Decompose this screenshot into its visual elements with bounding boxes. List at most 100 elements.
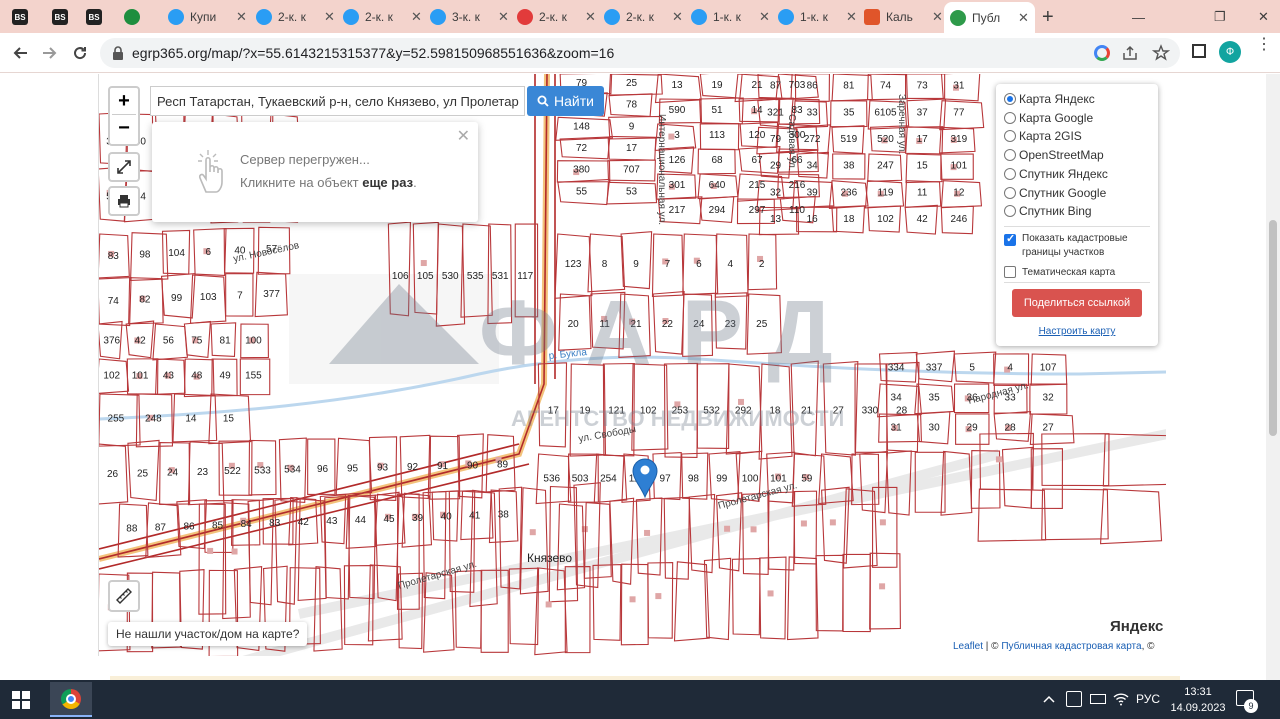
google-lens-icon[interactable] — [1094, 45, 1110, 61]
scrollbar-thumb[interactable] — [1269, 220, 1277, 436]
layer-radio[interactable] — [1004, 186, 1016, 199]
parcel-number: 101 — [950, 161, 967, 172]
url-text: egrp365.org/map/?x=55.6143215315377&y=52… — [132, 45, 615, 61]
leaflet-link[interactable]: Leaflet — [953, 641, 983, 652]
back-button[interactable] — [8, 41, 32, 65]
layer-option[interactable]: Спутник Яндекс — [1004, 167, 1108, 181]
not-found-link[interactable]: Не нашли участок/дом на карте? — [108, 622, 308, 646]
new-tab-button[interactable]: + — [1036, 4, 1060, 30]
system-clock[interactable]: 13:31 14.09.2023 — [1168, 684, 1228, 716]
parcel-number: 89 — [497, 460, 509, 471]
parcel-number: 535 — [467, 271, 484, 282]
windows-start-icon[interactable] — [12, 691, 30, 709]
print-button[interactable] — [108, 186, 140, 216]
tab-title: 2-к. к — [278, 10, 306, 24]
layer-radio[interactable] — [1004, 167, 1016, 180]
tab-close-icon[interactable]: ✕ — [846, 9, 857, 25]
tab-close-icon[interactable]: ✕ — [759, 9, 770, 25]
cadastral-toggle[interactable]: Показать кадастровые границы участков — [1004, 232, 1150, 260]
layer-option[interactable]: Карта Google — [1004, 111, 1093, 125]
wifi-icon[interactable] — [1113, 691, 1129, 707]
parcel-number: 337 — [926, 363, 943, 374]
browser-tab[interactable]: 3-к. к ✕ — [424, 4, 515, 30]
share-icon[interactable] — [1122, 45, 1138, 61]
parcel-number: 30 — [929, 423, 941, 434]
side-panel-icon[interactable] — [1192, 44, 1206, 58]
tab-close-icon[interactable]: ✕ — [1018, 10, 1029, 26]
tab-title: Публ — [972, 10, 1001, 25]
parcel-number: 87 — [155, 522, 167, 533]
parcel-number: 103 — [200, 292, 217, 303]
address-search-input[interactable]: Респ Татарстан, Тукаевский р-н, село Кня… — [150, 86, 525, 116]
battery-icon[interactable] — [1090, 694, 1106, 704]
address-bar[interactable]: egrp365.org/map/?x=55.6143215315377&y=52… — [100, 38, 1180, 68]
fullscreen-button[interactable] — [108, 152, 140, 182]
security-tray-icon[interactable] — [1066, 691, 1082, 707]
parcel-number: 155 — [245, 370, 262, 381]
layer-radio[interactable] — [1004, 130, 1016, 143]
tab-close-icon[interactable]: ✕ — [236, 9, 247, 25]
reload-icon — [74, 47, 87, 60]
layer-radio[interactable] — [1004, 149, 1016, 162]
browser-tab[interactable]: 1-к. к ✕ — [772, 4, 863, 30]
browser-tab[interactable]: 2-к. к ✕ — [250, 4, 341, 30]
browser-tab[interactable]: Каль ✕ — [858, 4, 949, 30]
layer-option[interactable]: Спутник Bing — [1004, 204, 1092, 218]
tab-close-icon[interactable]: ✕ — [672, 9, 683, 25]
tab-close-icon[interactable]: ✕ — [932, 9, 943, 25]
layer-radio[interactable] — [1004, 111, 1016, 124]
browser-tab[interactable] — [118, 4, 146, 30]
chevron-up-icon[interactable] — [1043, 694, 1055, 704]
browser-tab[interactable]: Публ ✕ — [944, 2, 1035, 33]
layer-option[interactable]: OpenStreetMap — [1004, 148, 1104, 162]
layer-radio[interactable] — [1004, 205, 1016, 218]
parcel-number: 84 — [241, 519, 253, 530]
parcel-number: 294 — [709, 205, 726, 216]
input-language[interactable]: РУС — [1136, 692, 1160, 706]
parcel-number: 247 — [877, 161, 894, 172]
close-window-button[interactable]: ✕ — [1252, 4, 1275, 30]
pkk-link[interactable]: Публичная кадастровая карта — [1001, 641, 1141, 652]
parcel-number: 25 — [137, 468, 149, 479]
share-link-button[interactable]: Поделиться ссылкой — [1012, 289, 1142, 317]
layer-option[interactable]: Спутник Google — [1004, 186, 1106, 200]
menu-icon[interactable]: ⋮ — [1256, 37, 1272, 53]
taskbar-chrome-button[interactable] — [50, 682, 92, 717]
zoom-out-button[interactable]: − — [110, 115, 138, 141]
browser-tab[interactable]: Купи ✕ — [162, 4, 253, 30]
tab-close-icon[interactable]: ✕ — [324, 9, 335, 25]
browser-tab[interactable]: BS — [6, 4, 34, 30]
tune-map-link[interactable]: Настроить карту — [996, 326, 1158, 337]
layer-option[interactable]: Карта Яндекс — [1004, 92, 1095, 106]
tab-close-icon[interactable]: ✕ — [585, 9, 596, 25]
reload-button[interactable] — [68, 41, 92, 65]
tab-close-icon[interactable]: ✕ — [411, 9, 422, 25]
parcel-number: 6 — [696, 259, 702, 270]
lock-icon — [113, 46, 123, 60]
popup-close-button[interactable]: ✕ — [457, 126, 470, 146]
browser-tab[interactable]: BS — [80, 4, 108, 30]
thematic-checkbox[interactable] — [1004, 266, 1016, 278]
browser-tab[interactable]: 1-к. к ✕ — [685, 4, 776, 30]
find-button[interactable]: Найти — [527, 86, 604, 116]
parcel-number: 2 — [759, 259, 765, 270]
layer-option[interactable]: Карта 2GIS — [1004, 129, 1082, 143]
tab-close-icon[interactable]: ✕ — [498, 9, 509, 25]
profile-avatar[interactable]: Ф — [1219, 41, 1241, 63]
browser-tab[interactable]: 2-к. к ✕ — [598, 4, 689, 30]
maximize-button[interactable]: ❐ — [1208, 4, 1232, 30]
cadastral-checkbox[interactable] — [1004, 232, 1016, 246]
layer-radio[interactable] — [1004, 93, 1016, 105]
page-scrollbar[interactable] — [1266, 74, 1280, 680]
zoom-in-button[interactable]: + — [110, 88, 138, 114]
browser-tab[interactable]: BS — [46, 4, 74, 30]
bookmark-star-icon[interactable] — [1152, 44, 1170, 62]
browser-tab[interactable]: 2-к. к ✕ — [337, 4, 428, 30]
browser-tab[interactable]: 2-к. к ✕ — [511, 4, 602, 30]
parcel-number: 503 — [572, 474, 589, 485]
ruler-button[interactable] — [108, 580, 140, 612]
forward-button[interactable] — [38, 41, 62, 65]
parcel-number: 21 — [751, 80, 763, 91]
thematic-toggle[interactable]: Тематическая карта — [1004, 266, 1115, 278]
minimize-button[interactable]: — — [1126, 4, 1151, 30]
